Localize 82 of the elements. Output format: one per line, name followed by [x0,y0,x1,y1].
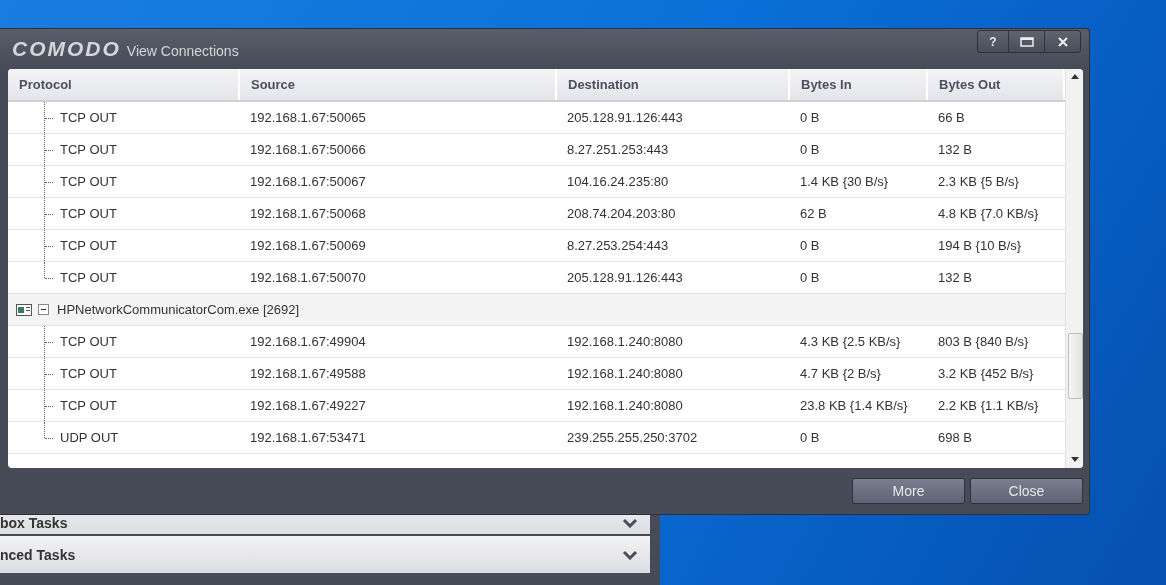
table-cell-text: 192.168.1.67:49227 [249,398,367,413]
table-cell: TCP OUT [60,366,117,381]
column-header[interactable]: Protocol [8,69,240,100]
table-cell-text: 1.4 KB {30 B/s} [799,174,890,189]
table-cell-text: 8.27.253.254:443 [566,238,670,253]
connection-row[interactable]: TCP OUT 192.168.1.67:49904 192.168.1.240:8080 4.3 KB {2.5 KB/s} 803 B {840 B/s} [8,326,1065,358]
table-cell-text: 4.7 KB {2 B/s} [799,366,882,381]
table-cell-text: 62 B [799,206,828,221]
table-cell-text: 192.168.1.240:8080 [566,398,684,413]
table-cell-text: 0 B [799,142,821,157]
table-cell: TCP OUT [60,334,117,349]
table-cell: TCP OUT [60,238,117,253]
table-cell-text: 192.168.1.67:50068 [249,206,367,221]
close-icon [1057,36,1068,47]
section-label: box Tasks [0,515,68,531]
table-cell-text: 205.128.91.126:443 [566,270,684,285]
table-cell: TCP OUT [60,270,117,285]
table-cell-text: 66 B [937,110,966,125]
table-cell-text: 192.168.1.240:8080 [566,334,684,349]
table-cell-text: 192.168.1.67:50067 [249,174,367,189]
connection-row[interactable]: TCP OUT 192.168.1.67:50065 205.128.91.126:443 0 B 66 B [8,102,1065,134]
table-cell-text: 192.168.1.240:8080 [566,366,684,381]
table-cell-text: 192.168.1.67:49904 [249,334,367,349]
scrollbar[interactable] [1065,69,1083,468]
table-cell-text: 2.2 KB {1.1 KB/s} [937,398,1040,413]
table-cell-text: 3.2 KB {452 B/s} [937,366,1035,381]
table-cell: TCP OUT [60,142,117,157]
column-header[interactable]: Bytes In [790,69,928,100]
process-row[interactable]: HPNetworkCommunicatorCom.exe [2692] [8,294,1065,326]
chevron-down-icon [622,549,638,560]
table-cell-text: 239.255.255.250:3702 [566,430,699,445]
table-cell-text: 0 B [799,430,821,445]
table-cell: TCP OUT [60,398,117,413]
more-button[interactable]: More [852,478,965,504]
connection-row[interactable]: UDP OUT 192.168.1.67:53471 239.255.255.250:3702 0 B 698 B [8,422,1065,454]
table-cell-text: 192.168.1.67:50069 [249,238,367,253]
table-cell-text: 2.3 KB {5 B/s} [937,174,1020,189]
table-cell-text: 194 B {10 B/s} [937,238,1023,253]
table-cell-text: 104.16.24.235:80 [566,174,670,189]
table-cell-text: 803 B {840 B/s} [937,334,1030,349]
table-cell-text: 192.168.1.67:50066 [249,142,367,157]
table-cell-text: 192.168.1.67:49588 [249,366,367,381]
table-cell-text: 132 B [937,142,973,157]
table-cell-text: 192.168.1.67:53471 [249,430,367,445]
chevron-down-icon [622,518,638,528]
scroll-up-icon[interactable] [1071,74,1079,79]
table-cell-text: 698 B [937,430,973,445]
connection-row[interactable]: TCP OUT 192.168.1.67:50067 104.16.24.235:80 1.4 KB {30 B/s} 2.3 KB {5 B/s} [8,166,1065,198]
table-cell-text: 23.8 KB {1.4 KB/s} [799,398,909,413]
maximize-icon [1019,36,1034,47]
task-section[interactable]: nced Tasks [0,536,650,573]
window-title: View Connections [126,42,239,59]
connection-row[interactable]: TCP OUT 192.168.1.67:50066 8.27.251.253:443 0 B 132 B [8,134,1065,166]
connection-row[interactable]: TCP OUT 192.168.1.67:49227 192.168.1.240:8080 23.8 KB {1.4 KB/s} 2.2 KB {1.1 KB/s} [8,390,1065,422]
connection-row[interactable]: TCP OUT 192.168.1.67:49588 192.168.1.240:8080 4.7 KB {2 B/s} 3.2 KB {452 B/s} [8,358,1065,390]
process-name: HPNetworkCommunicatorCom.exe [2692] [57,302,300,317]
table-cell-text: 0 B [799,110,821,125]
table-cell: UDP OUT [60,430,119,445]
table-cell-text: 192.168.1.67:50070 [249,270,367,285]
section-label: nced Tasks [0,546,76,563]
column-header[interactable]: Source [240,69,557,100]
brand-logo: COMODO [12,37,121,61]
table-cell-text: 192.168.1.67:50065 [249,110,367,125]
column-header[interactable]: Destination [557,69,790,100]
table-cell-text: 4.8 KB {7.0 KB/s} [937,206,1040,221]
connection-row[interactable]: TCP OUT 192.168.1.67:50069 8.27.253.254:443 0 B 194 B {10 B/s} [8,230,1065,262]
table-cell-text: 208.74.204.203:80 [566,206,677,221]
application-icon [16,303,32,316]
table-cell-text: 4.3 KB {2.5 KB/s} [799,334,902,349]
table-cell-text: 8.27.251.253:443 [566,142,670,157]
table-cell-text: 132 B [937,270,973,285]
scroll-thumb[interactable] [1068,333,1083,399]
table-cell-text: 0 B [799,238,821,253]
close-dialog-button[interactable]: Close [970,478,1083,504]
table-cell: TCP OUT [60,110,117,125]
table-cell-text: 0 B [799,270,821,285]
collapse-toggle[interactable] [38,304,49,315]
table-cell-text: 205.128.91.126:443 [566,110,684,125]
table-cell: TCP OUT [60,206,117,221]
scroll-down-icon[interactable] [1071,457,1079,462]
connection-row[interactable]: TCP OUT 192.168.1.67:50068 208.74.204.203:80 62 B 4.8 KB {7.0 KB/s} [8,198,1065,230]
table-cell: TCP OUT [60,174,117,189]
